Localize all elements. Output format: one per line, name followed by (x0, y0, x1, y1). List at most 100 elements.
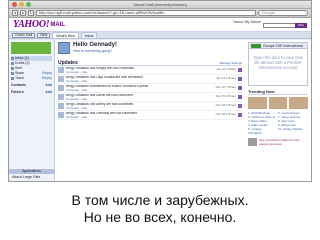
mail-content: Inbox (1) Drafts (2) Sent Spam Empty Tras… (9, 40, 311, 181)
sent-icon (11, 67, 14, 70)
connection-icon (238, 86, 242, 90)
web-search-button[interactable]: Web Search (295, 23, 307, 32)
trash-icon (11, 77, 14, 80)
update-text: Bergj Chistiakov and Olga Rudaka are now… (66, 76, 214, 84)
avatar[interactable] (58, 85, 64, 91)
trending-title: Trending Now (248, 89, 308, 95)
avatar[interactable] (58, 67, 64, 73)
avatar[interactable] (58, 94, 64, 100)
update-row[interactable]: Bergj Chistiakov and Olga Rudaka are now… (58, 75, 242, 84)
update-actions[interactable]: Comment · Like (66, 79, 214, 84)
trending-item[interactable]: 10. Ashley Tisdale (278, 127, 308, 135)
ad-text: Open the door to your new life abroad wi… (253, 55, 303, 70)
header-user-links[interactable]: Yahoo! My Yahoo! (233, 20, 261, 24)
update-actions[interactable]: Comment · Like (66, 88, 214, 93)
reload-icon[interactable]: ↻ (28, 10, 34, 16)
promo[interactable]: See prioritized emails from the people y… (248, 138, 308, 146)
avatar[interactable] (58, 112, 64, 118)
connection-icon (238, 113, 242, 117)
avatar[interactable] (58, 103, 64, 109)
update-text: Bergj Chistiakov and Gennady are now con… (66, 112, 214, 120)
empty-trash-link[interactable]: Empty (42, 76, 52, 81)
update-time: Jan 16 1:30am (216, 67, 236, 71)
connection-icon (238, 68, 242, 72)
caption-line-1: В том числе и зарубежных. (71, 192, 249, 208)
trending-thumb[interactable] (248, 97, 267, 109)
connection-icon (238, 104, 242, 108)
update-actions[interactable]: Comment · Like (66, 70, 214, 75)
right-column: Groupe 1DE International Open the door t… (245, 40, 311, 181)
update-text: Bergj Chistiakov commented on Kokuro Dem… (66, 85, 214, 93)
back-arrow-icon[interactable]: ◂ (12, 10, 18, 16)
update-text: Bergj Chistiakov and Alexey are now conn… (66, 103, 214, 111)
main-pane: Hello Gennady! How is everything going? … (55, 40, 245, 181)
new-button[interactable]: New (37, 32, 51, 38)
avatar[interactable] (58, 76, 64, 82)
connection-icon (238, 77, 242, 81)
update-row[interactable]: Bergj Chistiakov commented on Kokuro Dem… (58, 84, 242, 93)
inbox-icon (11, 57, 14, 60)
greeting: Hello Gennady! (73, 42, 118, 48)
tab-inbox[interactable]: Inbox (80, 32, 98, 38)
welcome-box: Hello Gennady! How is everything going? (58, 42, 242, 60)
update-time: Dec 28 5:51am (215, 103, 236, 107)
slide-caption: В том числе и зарубежных. Но не во всех,… (0, 192, 320, 226)
caption-line-2: Но не во всех, конечно. (83, 209, 237, 225)
browser-toolbar: ◂ ▸ ↻ http://us.mg5.mail.yahoo.com/dc/la… (9, 9, 311, 18)
update-actions[interactable]: Comment · Like (66, 106, 214, 111)
trending-images (248, 97, 309, 109)
mail-header: YAHOO! MAIL Yahoo! My Yahoo! Web Search (9, 18, 311, 32)
updates-list: Bergj Chistiakov and Sergey are now conn… (58, 66, 242, 120)
promo-text: See prioritized emails from the people y… (259, 138, 300, 146)
drafts-icon (11, 62, 14, 65)
sidebar-section-label: Contacts (11, 83, 26, 87)
mail-logo-suffix: MAIL (50, 21, 66, 28)
greeting-sub[interactable]: How is everything going? (73, 49, 117, 53)
yahoo-logo[interactable]: YAHOO! (13, 19, 50, 30)
promo-image (248, 138, 258, 146)
update-time: Dec 28 1:51am (215, 112, 236, 116)
sidebar-item-trash[interactable]: Trash Empty (11, 76, 52, 81)
updates-title: Updates (58, 59, 78, 66)
tab-row: Check Mail New What's New Inbox (9, 32, 311, 39)
trending-thumb[interactable] (268, 97, 288, 109)
advertiser-logo (251, 44, 261, 48)
update-time: Dec 29 3:51am (215, 94, 236, 98)
update-row[interactable]: Bergj Chistiakov and Gennady are now con… (58, 111, 242, 120)
sidebar: Inbox (1) Drafts (2) Sent Spam Empty Tras… (9, 40, 55, 181)
sidebar-section-contacts[interactable]: Contacts Add (11, 83, 52, 88)
add-contact-link[interactable]: Add (45, 83, 52, 88)
update-time: Dec 30 7:51am (215, 85, 236, 89)
address-bar[interactable]: http://us.mg5.mail.yahoo.com/dc/launch?.… (36, 10, 256, 16)
browser-search-input[interactable]: Google (258, 10, 308, 16)
update-text: Bergj Chistiakov and Sergey are now conn… (66, 67, 214, 75)
update-row[interactable]: Bergj Chistiakov and Sergey are now conn… (58, 66, 242, 75)
attach-large-files-link[interactable]: Attach Large Files (9, 175, 54, 180)
update-actions[interactable]: Comment · Like (66, 115, 214, 120)
forward-arrow-icon[interactable]: ▸ (20, 10, 26, 16)
avatar[interactable] (58, 42, 70, 54)
update-time: Jan 13 1:51am (216, 76, 236, 80)
connection-icon (238, 95, 242, 99)
trending-item[interactable]: 5. College Scholarsh... (248, 127, 278, 135)
title-bar: Yahoo! Mail (kennedy.mission) (9, 1, 311, 9)
ad-box[interactable]: Groupe 1DE International Open the door t… (248, 42, 308, 86)
add-folder-link[interactable]: Add (45, 90, 52, 95)
trending-list: 1. PDX Briefings 6. Laurie Peyton 2. Cathe… (248, 111, 308, 135)
applications-header[interactable]: Applications (9, 169, 54, 174)
sidebar-section-label: Folders (11, 90, 24, 94)
manage-settings-link[interactable]: Manage Settings (219, 61, 242, 65)
trending-thumb[interactable] (289, 97, 309, 109)
update-row[interactable]: Bergj Chistiakov and Daniel are now conn… (58, 93, 242, 102)
sidebar-section-folders[interactable]: Folders Add (11, 90, 52, 95)
tab-whats-new[interactable]: What's New (52, 32, 79, 38)
spam-icon (11, 72, 14, 75)
check-mail-button[interactable]: Check Mail (12, 32, 36, 38)
browser-window: Yahoo! Mail (kennedy.mission) ◂ ▸ ↻ http… (8, 0, 312, 182)
sidebar-item-label: Trash (15, 76, 24, 80)
update-row[interactable]: Bergj Chistiakov and Alexey are now conn… (58, 102, 242, 111)
sidebar-ad[interactable] (11, 42, 51, 54)
window-title: Yahoo! Mail (kennedy.mission) (132, 2, 188, 7)
update-text: Bergj Chistiakov and Daniel are now conn… (66, 94, 214, 102)
update-actions[interactable]: Comment · Like (66, 97, 214, 102)
